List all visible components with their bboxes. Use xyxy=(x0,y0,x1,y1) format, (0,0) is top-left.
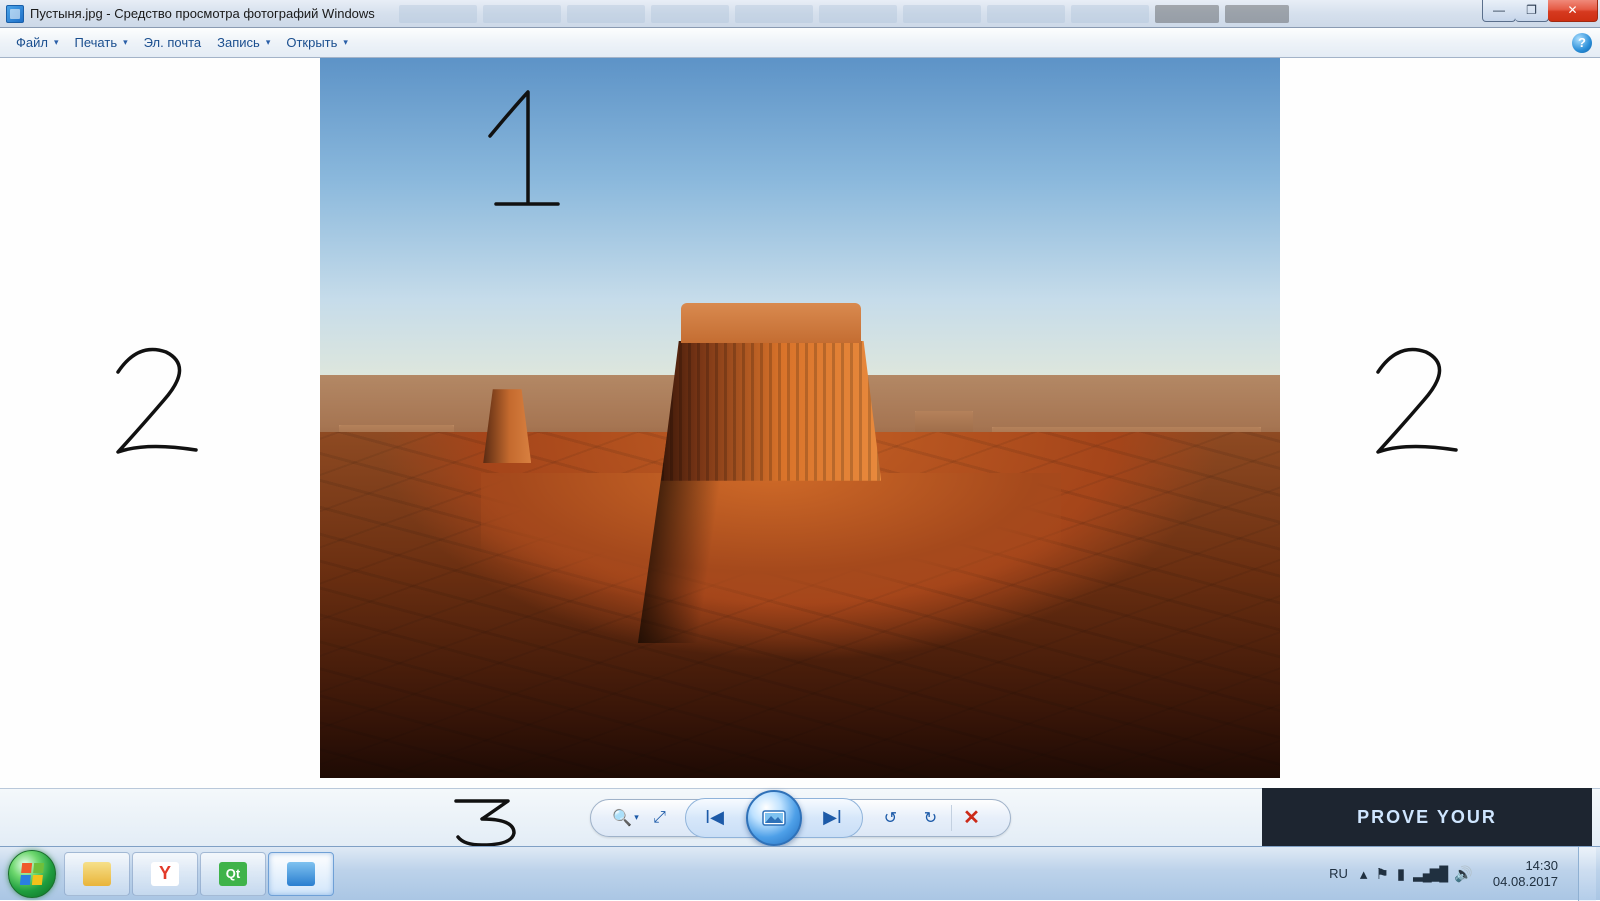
next-image-button[interactable]: ▶I xyxy=(804,800,862,836)
taskbar-item-yandex[interactable]: Y xyxy=(132,852,198,896)
photo-viewer-icon xyxy=(287,862,315,886)
qt-icon: Qt xyxy=(219,862,247,886)
help-button[interactable]: ? xyxy=(1572,33,1592,53)
clock-date: 04.08.2017 xyxy=(1493,874,1558,890)
menu-file-label: Файл xyxy=(16,35,48,50)
system-tray: RU ▴ ⚑ ▮ ▂▄▆█ 🔊 14:30 04.08.2017 xyxy=(1329,847,1600,901)
chevron-down-icon: ▾ xyxy=(634,812,639,823)
menu-open[interactable]: Открыть ▾ xyxy=(278,32,356,53)
clock[interactable]: 14:30 04.08.2017 xyxy=(1485,858,1566,889)
menu-file[interactable]: Файл ▾ xyxy=(8,32,67,53)
annotation-3 xyxy=(448,791,528,851)
slideshow-icon xyxy=(762,808,786,828)
menu-email-label: Эл. почта xyxy=(144,35,202,50)
delete-button[interactable]: ✕ xyxy=(952,803,992,833)
language-indicator[interactable]: RU xyxy=(1329,866,1348,881)
menu-email[interactable]: Эл. почта xyxy=(136,32,210,53)
background-window-tabs xyxy=(399,0,1483,27)
titlebar: Пустыня.jpg - Средство просмотра фотогра… xyxy=(0,0,1600,28)
start-button[interactable] xyxy=(8,850,56,898)
rotate-ccw-icon: ↺ xyxy=(884,808,897,828)
menu-open-label: Открыть xyxy=(286,35,337,50)
minimize-icon: — xyxy=(1493,3,1505,17)
minimize-button[interactable]: — xyxy=(1482,0,1516,22)
annotation-2-left xyxy=(100,338,220,468)
annotation-2-right xyxy=(1360,338,1480,468)
displayed-image xyxy=(320,58,1280,778)
menu-print-label: Печать xyxy=(75,35,118,50)
taskbar-item-explorer[interactable] xyxy=(64,852,130,896)
window-title: Пустыня.jpg - Средство просмотра фотогра… xyxy=(30,6,399,21)
prev-icon: I◀ xyxy=(705,807,724,828)
magnifier-icon: 🔍 xyxy=(612,808,632,828)
yandex-icon: Y xyxy=(151,862,179,886)
zoom-cluster: 🔍 ▾ ⤢ xyxy=(609,803,677,833)
taskbar-item-qt[interactable]: Qt xyxy=(200,852,266,896)
background-ad-banner: PROVE YOUR xyxy=(1262,788,1592,846)
chevron-down-icon: ▾ xyxy=(123,37,128,48)
menu-print[interactable]: Печать ▾ xyxy=(67,32,136,53)
rotate-cw-button[interactable]: ↻ xyxy=(911,803,951,833)
app-icon xyxy=(6,5,24,23)
close-icon: ✕ xyxy=(1567,3,1577,17)
rotate-ccw-button[interactable]: ↺ xyxy=(871,803,911,833)
fit-to-window-button[interactable]: ⤢ xyxy=(643,803,677,833)
taskbar: Y Qt RU ▴ ⚑ ▮ ▂▄▆█ 🔊 14:30 04.08.2017 xyxy=(0,846,1600,900)
delete-icon: ✕ xyxy=(963,805,980,830)
slideshow-button[interactable] xyxy=(746,790,802,846)
toolbar: Файл ▾ Печать ▾ Эл. почта Запись ▾ Откры… xyxy=(0,28,1600,58)
maximize-button[interactable]: ❐ xyxy=(1515,0,1549,22)
maximize-icon: ❐ xyxy=(1526,3,1537,17)
chevron-down-icon: ▾ xyxy=(266,37,271,48)
chevron-down-icon: ▾ xyxy=(343,37,348,48)
menu-burn[interactable]: Запись ▾ xyxy=(209,32,278,53)
ad-text: PROVE YOUR xyxy=(1357,807,1497,828)
windows-logo-icon xyxy=(20,863,44,885)
zoom-button[interactable]: 🔍 ▾ xyxy=(609,803,643,833)
nav-cluster: I◀ ▶I xyxy=(685,798,863,838)
image-viewer-area xyxy=(0,58,1600,810)
window-controls: — ❐ ✕ xyxy=(1483,0,1598,22)
network-icon[interactable]: ▂▄▆█ xyxy=(1413,864,1446,883)
fit-icon: ⤢ xyxy=(653,809,666,827)
show-hidden-icons-button[interactable]: ▴ xyxy=(1360,865,1368,883)
action-center-icon[interactable]: ⚑ xyxy=(1375,865,1388,883)
help-icon: ? xyxy=(1578,35,1586,50)
battery-icon[interactable]: ▮ xyxy=(1397,865,1405,883)
clock-time: 14:30 xyxy=(1493,858,1558,874)
chevron-down-icon: ▾ xyxy=(54,37,59,48)
tray-icons: ▴ ⚑ ▮ ▂▄▆█ 🔊 xyxy=(1360,864,1473,883)
rotate-cw-icon: ↻ xyxy=(924,808,937,828)
previous-image-button[interactable]: I◀ xyxy=(686,800,744,836)
show-desktop-button[interactable] xyxy=(1578,847,1596,901)
viewer-controls: 🔍 ▾ ⤢ I◀ ▶I ↺ ↻ ✕ xyxy=(590,799,1011,837)
menu-burn-label: Запись xyxy=(217,35,260,50)
taskbar-item-photo-viewer[interactable] xyxy=(268,852,334,896)
next-icon: ▶I xyxy=(823,807,842,828)
folder-icon xyxy=(83,862,111,886)
close-button[interactable]: ✕ xyxy=(1548,0,1598,22)
annotation-1 xyxy=(470,86,570,216)
volume-icon[interactable]: 🔊 xyxy=(1454,865,1473,883)
